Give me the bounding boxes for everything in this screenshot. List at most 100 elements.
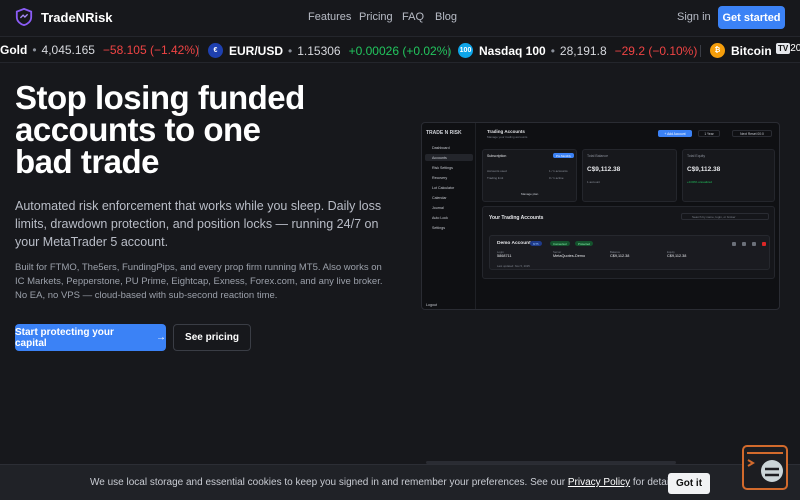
nav-link-faq[interactable]: FAQ [402, 11, 424, 23]
tradingview-logo[interactable]: TV 20 [776, 43, 800, 54]
preview-nav-risk-settings: Risk Settings [432, 165, 453, 170]
preview-nav-recovery: Recovery [432, 175, 448, 180]
edit-icon [752, 242, 756, 246]
ticker-divider [700, 45, 701, 57]
hero-headline: Stop losing funded accounts to one bad t… [15, 79, 305, 180]
preview-account-row: Demo Account MT5 Connected Protected Log… [489, 235, 770, 270]
ticker-overflow-text: 20 [790, 43, 800, 54]
preview-logout: Logout [426, 303, 437, 307]
cta-label: Start protecting your capital [15, 326, 114, 349]
cookie-banner: We use local storage and essential cooki… [0, 464, 800, 500]
preview-page-title: Trading Accounts [487, 129, 525, 134]
brand-name: TradeNRisk [41, 9, 113, 25]
chat-terminal-icon [747, 452, 783, 482]
nav-link-pricing[interactable]: Pricing [359, 11, 393, 23]
arrow-right-icon: → [156, 332, 166, 343]
accounts-title: Your Trading Accounts [489, 215, 544, 221]
ticker-item-bitcoin[interactable]: ₿ Bitcoin [710, 43, 777, 58]
preview-page-subtitle: Manage your trading accounts [487, 135, 528, 139]
brand-logo[interactable]: TradeNRisk [15, 8, 113, 26]
shield-logo-icon [15, 8, 33, 26]
preview-balance-card: Total Balance C$9,112.38 1 account [582, 149, 677, 202]
preview-subscription-card: Subscription Pro Monthly Accounts used 1… [482, 149, 577, 202]
balance-note: 1 account [587, 180, 601, 184]
preview-brand: TRADE N RISK [426, 130, 462, 136]
balance-value: C$9,112.38 [587, 166, 621, 173]
col-value-balance: C$9,112.38 [610, 254, 630, 258]
ticker-price: 4,045.165 [41, 43, 95, 57]
eu-us-flags-icon: € [208, 43, 223, 58]
preview-period-pill: 1 Year [698, 130, 720, 137]
preview-reset-pill: Next Reset 00:0 [732, 130, 772, 137]
refresh-icon [732, 242, 736, 246]
tradingview-icon: TV [776, 43, 791, 54]
preview-sidebar: TRADE N RISK Dashboard Accounts Risk Set… [422, 123, 476, 309]
ticker-item-eurusd[interactable]: € EUR/USD • 1.15306 +0.00026 (+0.02%) [208, 43, 451, 58]
subscription-line2: Trading limit [487, 176, 504, 180]
ticker-separator-dot: • [550, 43, 555, 58]
sign-in-link[interactable]: Sign in [677, 11, 711, 23]
subscription-line1-value: 1 / 1 accounts [549, 169, 568, 173]
nav-link-blog[interactable]: Blog [435, 11, 457, 23]
preview-nav-auto-lock: Auto Lock [432, 215, 448, 220]
ticker-name: Gold [0, 43, 28, 57]
ticker-change: +0.00026 (+0.02%) [348, 43, 452, 58]
col-value-login: 5868711 [497, 254, 512, 258]
ticker-separator-dot: • [32, 43, 37, 57]
subscription-line1: Accounts used [487, 169, 507, 173]
ticker-name: Bitcoin [731, 43, 772, 58]
top-nav: TradeNRisk Features Pricing FAQ Blog Sig… [0, 0, 800, 35]
got-it-button[interactable]: Got it [668, 473, 710, 494]
nasdaq-100-icon: 100 [458, 43, 473, 58]
get-started-button[interactable]: Get started [718, 6, 785, 29]
ticker-name: Nasdaq 100 [479, 43, 546, 58]
ticker-separator-dot: • [288, 43, 293, 58]
preview-equity-card: Total Equity C$9,112.38 +0.00% unrealize… [682, 149, 775, 202]
see-pricing-button[interactable]: See pricing [173, 324, 251, 351]
start-protecting-button[interactable]: Start protecting your capital → [15, 324, 166, 351]
chat-widget[interactable] [742, 445, 788, 490]
preview-nav-calendar: Calendar [432, 195, 447, 200]
ticker-price: 1.15306 [297, 43, 341, 58]
preview-nav-journal: Journal [432, 205, 444, 210]
accounts-search: Search by name, login, or broker [681, 213, 769, 220]
preview-nav-settings: Settings [432, 225, 445, 230]
ticker-item-nasdaq[interactable]: 100 Nasdaq 100 • 28,191.8 −29.2 (−0.10%) [458, 43, 697, 58]
account-name: Demo Account [497, 241, 531, 246]
subscription-line2-value: 0 / 1 active [549, 176, 564, 180]
balance-label: Total Balance [587, 154, 609, 158]
equity-value: C$9,112.38 [687, 166, 721, 173]
ticker-divider [198, 45, 199, 57]
ticker-divider [448, 45, 449, 57]
account-badge-protection: Protected [575, 241, 593, 246]
dashboard-preview: TRADE N RISK Dashboard Accounts Risk Set… [421, 122, 780, 310]
account-badge-platform: MT5 [530, 241, 542, 246]
ticker-change: −29.2 (−0.10%) [614, 43, 698, 58]
hero-small-print: Built for FTMO, The5ers, FundingPips, an… [15, 262, 383, 301]
preview-nav-accounts: Accounts [425, 154, 473, 161]
subscription-label: Subscription [487, 154, 507, 158]
ticker-change: −58.105 (−1.42%) [102, 43, 199, 57]
chart-icon [742, 242, 746, 246]
preview-add-account-button: + Add Account [658, 130, 692, 137]
preview-accounts-section: Your Trading Accounts Search by name, lo… [482, 206, 775, 279]
manage-plan-link: Manage plan [521, 192, 539, 196]
account-badge-status: Connected [550, 241, 570, 246]
preview-nav-lot-calculator: Lot Calculator [432, 185, 455, 190]
delete-icon [762, 242, 766, 246]
market-ticker[interactable]: Gold • 4,045.165 −58.105 (−1.42%) € EUR/… [0, 36, 800, 63]
cookie-text: We use local storage and essential cooki… [90, 477, 679, 488]
equity-label: Total Equity [687, 154, 706, 158]
account-footer: Last updated: Nov 5, 2025 [497, 264, 530, 268]
col-value-server: MetaQuotes-Demo [553, 254, 586, 258]
ticker-name: EUR/USD [229, 43, 284, 58]
preview-nav-dashboard: Dashboard [432, 145, 450, 150]
nav-link-features[interactable]: Features [308, 11, 351, 23]
col-value-equity: C$9,112.38 [667, 254, 687, 258]
privacy-policy-link[interactable]: Privacy Policy [568, 477, 630, 488]
bitcoin-icon: ₿ [710, 43, 725, 58]
ticker-item-gold[interactable]: Gold • 4,045.165 −58.105 (−1.42%) [0, 43, 199, 57]
equity-note: +0.00% unrealized [687, 180, 712, 184]
ticker-price: 28,191.8 [559, 43, 607, 58]
hero-subheading: Automated risk enforcement that works wh… [15, 199, 382, 249]
